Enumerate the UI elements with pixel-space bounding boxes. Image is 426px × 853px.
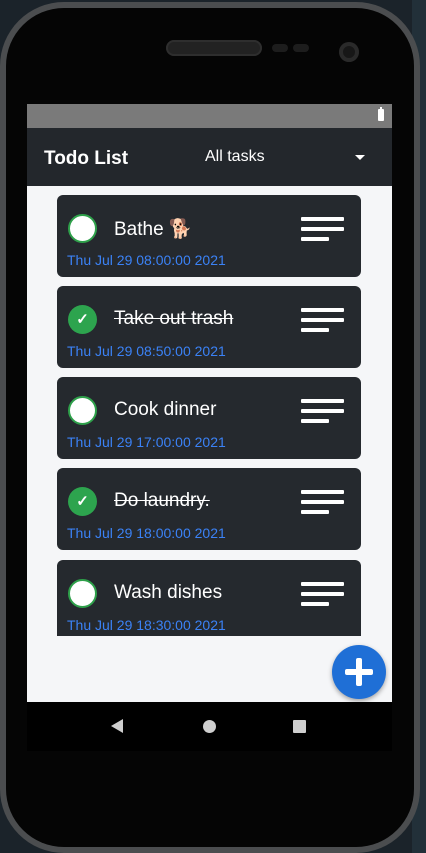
menu-icon[interactable] (301, 399, 345, 427)
task-list: Bathe 🐕 Thu Jul 29 08:00:00 2021 ✓ Take … (57, 195, 361, 636)
task-card[interactable]: Bathe 🐕 Thu Jul 29 08:00:00 2021 (57, 195, 361, 277)
filter-selected: All tasks (205, 148, 265, 165)
complete-toggle[interactable] (68, 396, 97, 425)
plus-icon (356, 658, 362, 686)
task-card[interactable]: Cook dinner Thu Jul 29 17:00:00 2021 (57, 377, 361, 459)
check-icon (70, 581, 99, 610)
back-icon[interactable] (111, 719, 123, 733)
system-nav-bar (27, 702, 392, 751)
device-screen: Todo List All tasks Bathe 🐕 Thu Jul 29 0… (27, 104, 392, 751)
filter-dropdown[interactable]: All tasks (205, 146, 375, 170)
menu-icon[interactable] (301, 582, 345, 610)
add-task-button[interactable] (332, 645, 386, 699)
complete-toggle[interactable] (68, 214, 97, 243)
status-bar (27, 104, 392, 128)
front-camera (339, 42, 359, 62)
complete-toggle[interactable]: ✓ (68, 305, 97, 334)
check-icon: ✓ (76, 311, 89, 328)
sensor (272, 44, 288, 52)
caret-down-icon (355, 155, 365, 160)
battery-icon (378, 107, 384, 121)
check-icon: ✓ (76, 493, 89, 510)
complete-toggle[interactable]: ✓ (68, 487, 97, 516)
menu-icon[interactable] (301, 308, 345, 336)
complete-toggle[interactable] (68, 579, 97, 608)
recent-apps-icon[interactable] (293, 720, 306, 733)
menu-icon[interactable] (301, 217, 345, 245)
task-card[interactable]: ✓ Take out trash Thu Jul 29 08:50:00 202… (57, 286, 361, 368)
earpiece-speaker (166, 40, 262, 56)
task-title: Wash dishes (114, 582, 223, 603)
task-title: Do laundry. (114, 490, 210, 511)
page-title: Todo List (44, 148, 129, 169)
menu-icon[interactable] (301, 490, 345, 518)
task-date: Thu Jul 29 08:00:00 2021 (67, 252, 226, 268)
task-date: Thu Jul 29 18:00:00 2021 (67, 525, 226, 541)
check-icon (70, 216, 99, 245)
task-card[interactable]: Wash dishes Thu Jul 29 18:30:00 2021 (57, 560, 361, 636)
task-date: Thu Jul 29 17:00:00 2021 (67, 434, 226, 450)
task-card[interactable]: ✓ Do laundry. Thu Jul 29 18:00:00 2021 (57, 468, 361, 550)
task-title: Bathe 🐕 (114, 219, 193, 240)
check-icon (70, 398, 99, 427)
task-title: Cook dinner (114, 399, 217, 420)
app-bar: Todo List All tasks (27, 128, 392, 186)
task-title: Take out trash (114, 308, 234, 329)
task-date: Thu Jul 29 18:30:00 2021 (67, 617, 226, 633)
task-date: Thu Jul 29 08:50:00 2021 (67, 343, 226, 359)
sensor (293, 44, 309, 52)
home-icon[interactable] (203, 720, 216, 733)
